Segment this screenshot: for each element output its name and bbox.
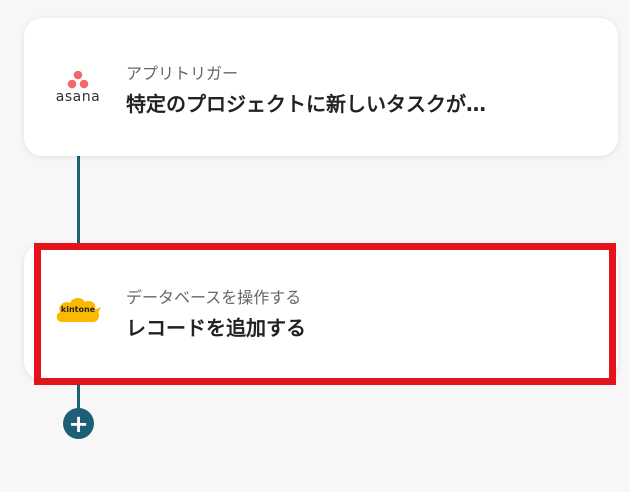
flow-connector-line: [77, 156, 80, 244]
trigger-step-subtitle: アプリトリガー: [126, 64, 239, 83]
trigger-step-card[interactable]: [24, 18, 618, 156]
trigger-step-title: 特定のプロジェクトに新しいタスクが…: [126, 92, 486, 116]
flow-connector-line: [77, 380, 80, 410]
action-step-title: レコードを追加する: [126, 316, 306, 340]
kintone-logo-icon: kintone: [54, 294, 102, 330]
add-step-button[interactable]: +: [63, 408, 94, 439]
asana-logo-icon: asana: [54, 70, 102, 108]
action-step-card[interactable]: [24, 244, 618, 380]
asana-logo-text: asana: [55, 89, 101, 105]
action-step-subtitle: データベースを操作する: [126, 288, 302, 307]
plus-icon: +: [68, 409, 89, 438]
kintone-logo-text: kintone: [60, 305, 96, 314]
